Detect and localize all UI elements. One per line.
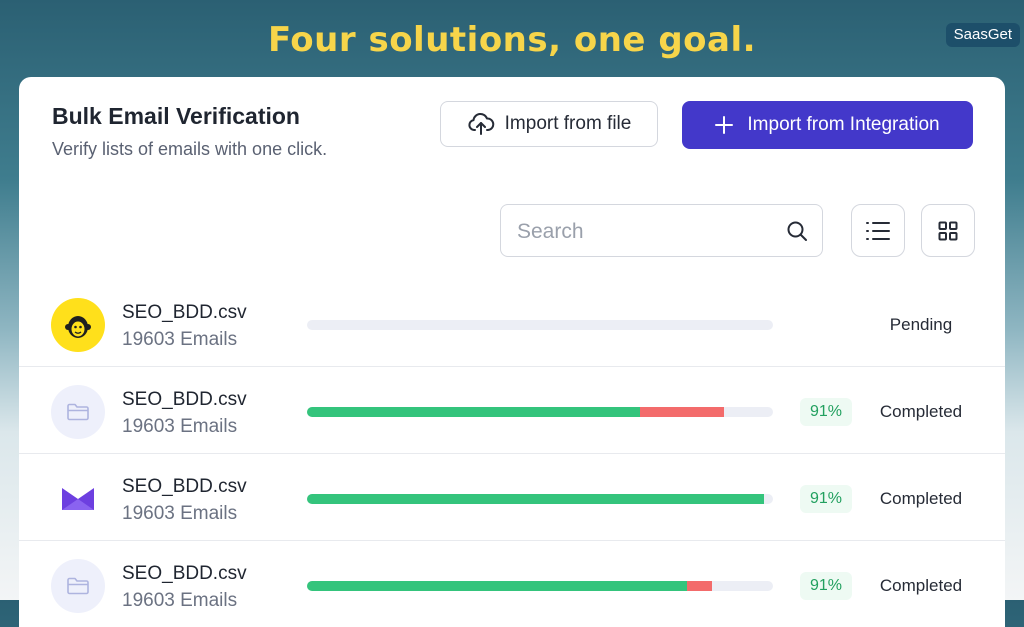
mail-service-icon	[51, 472, 105, 526]
file-name: SEO_BDD.csv	[122, 563, 247, 584]
import-from-integration-label: Import from Integration	[747, 114, 940, 135]
email-count: 19603 Emails	[122, 329, 238, 350]
folder-icon	[51, 385, 105, 439]
status-label: Completed	[879, 576, 963, 595]
progress-bar	[307, 320, 773, 330]
file-name: SEO_BDD.csv	[122, 302, 247, 323]
mailchimp-icon	[51, 298, 105, 352]
progress-valid-segment	[307, 494, 764, 504]
progress-bar	[307, 581, 773, 591]
search-icon[interactable]	[786, 220, 808, 242]
search-input[interactable]	[515, 217, 769, 247]
progress-valid-segment	[307, 407, 641, 417]
status-label: Pending	[889, 315, 953, 334]
progress-bar	[307, 407, 773, 417]
page-title: Bulk Email Verification	[52, 103, 300, 129]
email-count: 19603 Emails	[122, 590, 238, 611]
page-subtitle: Verify lists of emails with one click.	[52, 139, 328, 159]
grid-view-button[interactable]	[921, 204, 975, 257]
import-from-integration-button[interactable]: Import from Integration	[682, 101, 973, 149]
progress-invalid-segment	[640, 407, 725, 417]
list-item[interactable]: SEO_BDD.csv 19603 Emails 91% Completed	[19, 453, 1005, 540]
email-count: 19603 Emails	[122, 503, 238, 524]
import-from-file-label: Import from file	[504, 113, 632, 134]
progress-valid-segment	[307, 581, 687, 591]
plus-icon	[715, 116, 734, 134]
percent-badge: 91%	[800, 398, 852, 426]
percent-badge: 91%	[800, 485, 852, 513]
file-name: SEO_BDD.csv	[122, 389, 247, 410]
bulk-verification-card: Bulk Email Verification Verify lists of …	[19, 77, 1005, 627]
status-label: Completed	[879, 402, 963, 421]
email-count: 19603 Emails	[122, 416, 238, 437]
list-view-button[interactable]	[851, 204, 905, 257]
list-view-icon	[866, 221, 890, 240]
percent-badge: 91%	[800, 572, 852, 600]
grid-view-icon	[938, 221, 958, 240]
folder-icon	[51, 559, 105, 613]
list-item[interactable]: SEO_BDD.csv 19603 Emails 91% Completed	[19, 366, 1005, 453]
file-name: SEO_BDD.csv	[122, 476, 247, 497]
brand-badge: SaasGet	[945, 23, 1020, 47]
list-item[interactable]: SEO_BDD.csv 19603 Emails 91% Completed	[19, 540, 1005, 627]
import-from-file-button[interactable]: Import from file	[440, 101, 658, 147]
search-box	[500, 204, 823, 257]
progress-invalid-segment	[686, 581, 713, 591]
page-headline: Four solutions, one goal.	[267, 20, 757, 60]
cloud-upload-icon	[468, 112, 494, 135]
progress-bar	[307, 494, 773, 504]
list-item[interactable]: SEO_BDD.csv 19603 Emails Pending	[19, 280, 1005, 366]
status-label: Completed	[879, 489, 963, 508]
